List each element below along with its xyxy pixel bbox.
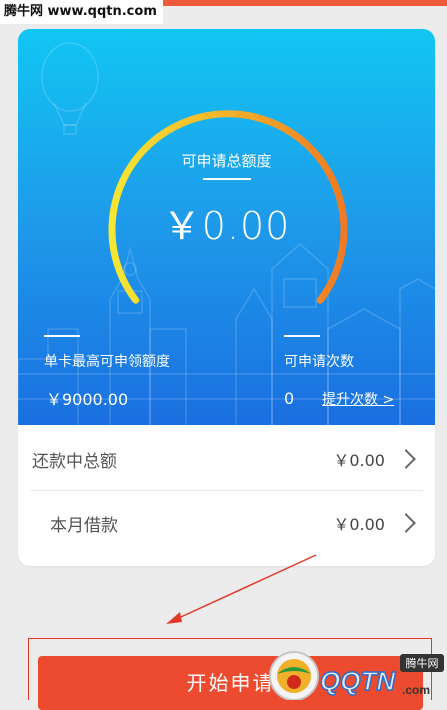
max-card-limit-label: 单卡最高可申领额度: [44, 354, 170, 370]
repaying-total-row[interactable]: 还款中总额 ￥0.00: [18, 427, 435, 491]
total-limit-value: ￥0.00: [162, 204, 291, 248]
apply-count-label: 可申请次数: [284, 354, 354, 370]
repaying-total-value: ￥0.00: [333, 451, 385, 470]
monthly-borrow-row[interactable]: 本月借款 ￥0.00: [18, 491, 435, 555]
chevron-right-icon: [396, 449, 416, 469]
max-card-limit-value: ￥9000.00: [46, 390, 129, 409]
repaying-total-label: 还款中总额: [32, 451, 117, 472]
total-limit-label: 可申请总额度: [181, 152, 272, 170]
monthly-borrow-value: ￥0.00: [333, 515, 385, 534]
right-stat-bar: [284, 335, 320, 337]
svg-text:QQTN: QQTN: [320, 666, 396, 696]
left-stat-bar: [44, 335, 80, 337]
credit-card-panel: 可申请总额度 ￥0.00 单卡最高可申领额度 ￥9000.00 可申请次数 0 …: [18, 29, 435, 566]
qqtn-logo: QQTN .com 腾牛网: [269, 651, 444, 700]
monthly-borrow-label: 本月借款: [50, 515, 118, 536]
apply-count-value: 0: [284, 389, 295, 408]
top-accent-bar: [118, 0, 447, 6]
site-watermark: 腾牛网 www.qqtn.com: [0, 0, 163, 24]
increase-count-link[interactable]: 提升次数 >: [322, 389, 394, 409]
gauge-divider: [203, 178, 251, 180]
chevron-right-icon: [396, 513, 416, 533]
svg-text:腾牛网: 腾牛网: [406, 656, 439, 670]
svg-text:.com: .com: [402, 683, 430, 697]
credit-hero: 可申请总额度 ￥0.00 单卡最高可申领额度 ￥9000.00 可申请次数 0 …: [18, 29, 435, 425]
